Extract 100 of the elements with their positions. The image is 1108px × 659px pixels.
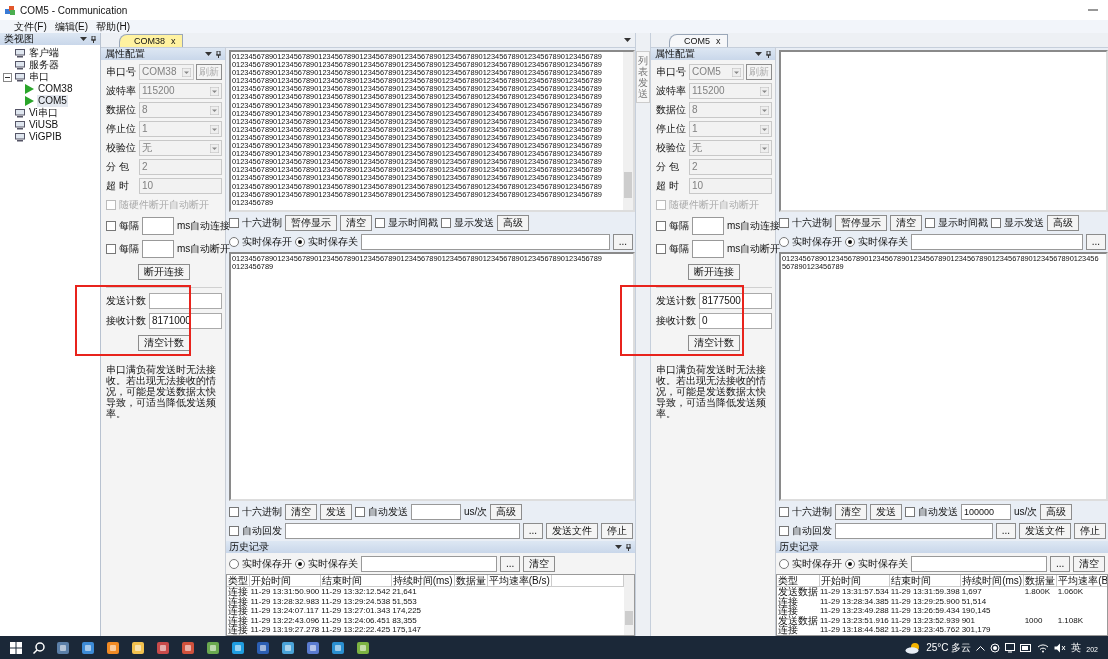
toolbar-button[interactable]: 高级 [490,503,523,520]
disconnect-button[interactable]: 断开连接 [688,264,740,280]
clear-counts-button[interactable]: 清空计数 [688,335,740,351]
table-cell: 连接 [778,624,798,635]
radio-label[interactable]: 实时保存开 [242,235,292,248]
column-header[interactable]: 类型 [227,575,250,587]
toolbar-button[interactable]: 高级 [1047,214,1079,231]
tree-item[interactable]: 串口 [28,71,50,83]
table-cell: 11-29 13:19:27.278 [250,625,320,635]
toolbar-button[interactable]: 清空 [285,503,317,520]
tree-item[interactable]: COM5 [37,95,68,107]
field-label: 数据位 [106,103,137,117]
field-label: 波特率 [656,84,687,98]
side-tab[interactable]: 列表发送 [636,51,650,103]
checkbox-label[interactable]: 十六进制 [792,216,832,229]
toolbar-button[interactable]: 暂停显示 [285,214,337,231]
toolbar-button[interactable]: 清空 [835,503,867,520]
toolbar-button[interactable]: 清空 [340,214,372,231]
radio-label[interactable]: 实时保存开 [792,235,842,248]
toolbar-button[interactable]: 停止 [601,522,633,539]
checkbox-label[interactable]: 自动发送 [918,505,958,518]
checkbox-label[interactable]: 显示时间戳 [388,216,438,229]
table-cell: 1000 [1024,615,1043,625]
table-cell: 83,355 [392,615,417,625]
radio-label[interactable]: 实时保存关 [858,557,908,570]
toolbar-button[interactable]: 发送 [320,503,352,520]
disconnect-button[interactable]: 断开连接 [138,264,190,280]
tree-item[interactable]: COM38 [37,83,74,95]
input-method-indicator[interactable]: 英 [1071,640,1082,655]
toolbar-button[interactable]: 暂停显示 [835,214,887,231]
column-header[interactable]: 结束时间 [320,575,392,587]
weather-text[interactable]: 25°C 多云 [926,640,972,655]
document-tab[interactable]: COM5 x [669,34,728,47]
column-header[interactable]: 数据量 [1023,575,1057,587]
column-header[interactable]: 类型 [777,575,819,587]
table-cell: 11-29 13:31:59.398 [890,587,960,597]
radio-label[interactable]: 实时保存关 [308,235,358,248]
checkbox-label[interactable]: 显示发送 [1004,216,1044,229]
table-cell: 连接 [778,595,798,607]
checkbox-label[interactable]: 自动回发 [792,524,832,537]
toolbar-button[interactable]: ... [1050,555,1071,572]
checkbox-label[interactable]: 每隔 [119,243,139,255]
checkbox-label[interactable]: 十六进制 [242,216,282,229]
table-cell: 11-29 13:23:51.916 [820,615,889,625]
tree-item[interactable]: ViUSB [28,119,60,131]
radio-label[interactable]: 实时保存开 [242,557,292,570]
checkbox-label[interactable]: 显示时间戳 [938,216,988,229]
column-header[interactable]: 持续时间(ms) [391,575,455,587]
toolbar-button[interactable]: 清空 [890,214,922,231]
checkbox-label[interactable]: 自动发送 [368,505,408,518]
menu-item[interactable]: 编辑(E) [54,20,89,33]
column-header[interactable]: 开始时间 [249,575,321,587]
toolbar-button[interactable]: ... [1085,233,1106,250]
table-cell: 11-29 13:23:45.762 [890,625,960,635]
table-cell: 11-29 13:28:34.385 [820,596,889,606]
checkbox-label[interactable]: 自动回发 [242,524,282,537]
menu-item[interactable]: 文件(F) [14,20,47,33]
toolbar-button[interactable]: 高级 [497,214,529,231]
toolbar-button[interactable]: 清空 [523,555,556,572]
radio-label[interactable]: 实时保存关 [858,235,908,248]
radio-label[interactable]: 实时保存开 [792,557,842,570]
tree-item[interactable]: 客户端 [28,47,60,59]
clear-counts-button[interactable]: 清空计数 [138,335,190,351]
checkbox-label[interactable]: 每隔 [669,243,689,255]
checkbox-label[interactable]: 每隔 [119,220,139,232]
checkbox-label[interactable]: 十六进制 [242,505,282,518]
toolbar-button[interactable]: ... [500,555,521,572]
toolbar-button[interactable]: ... [995,522,1016,539]
table-cell: 11-29 13:27:01.343 [321,606,391,616]
column-header[interactable]: 结束时间 [889,575,961,587]
toolbar-button[interactable]: 发送文件 [546,522,598,539]
tree-item[interactable]: 服务器 [28,59,60,71]
toolbar-button[interactable]: ... [522,522,543,539]
radio-label[interactable]: 实时保存关 [308,557,358,570]
table-cell: 11-29 13:31:57.534 [820,587,889,597]
document-tab[interactable]: COM38 x [119,34,183,47]
column-header[interactable]: 平均速率(B [1056,575,1107,587]
toolbar-button[interactable]: ... [612,233,633,250]
table-cell: 901 [961,615,975,625]
toolbar-button[interactable]: 停止 [1074,522,1106,539]
field-label: 发送计数 [106,294,147,308]
input-field[interactable]: 100000 [961,503,1011,520]
tree-item[interactable]: ViGPIB [28,131,63,143]
close-button[interactable]: x [716,35,721,47]
column-header[interactable]: 数据量 [454,575,488,587]
close-button[interactable]: x [171,35,176,47]
toolbar-button[interactable]: 发送 [870,503,902,520]
field-label: 校验位 [656,141,687,155]
checkbox-label[interactable]: 显示发送 [454,216,494,229]
checkbox-label[interactable]: 每隔 [669,220,689,232]
toolbar-button[interactable]: 高级 [1040,503,1073,520]
menu-item[interactable]: 帮助(H) [96,20,130,33]
toolbar-button[interactable]: 清空 [1073,555,1106,572]
tree-item[interactable]: Vi串口 [28,107,59,119]
checkbox-label[interactable]: 十六进制 [792,505,832,518]
toolbar-button[interactable]: 发送文件 [1019,522,1071,539]
column-header[interactable]: 持续时间(ms) [960,575,1024,587]
counter-field: 8177500 [699,293,772,309]
column-header[interactable]: 开始时间 [819,575,890,587]
column-header[interactable]: 平均速率(B/s) [487,575,552,587]
